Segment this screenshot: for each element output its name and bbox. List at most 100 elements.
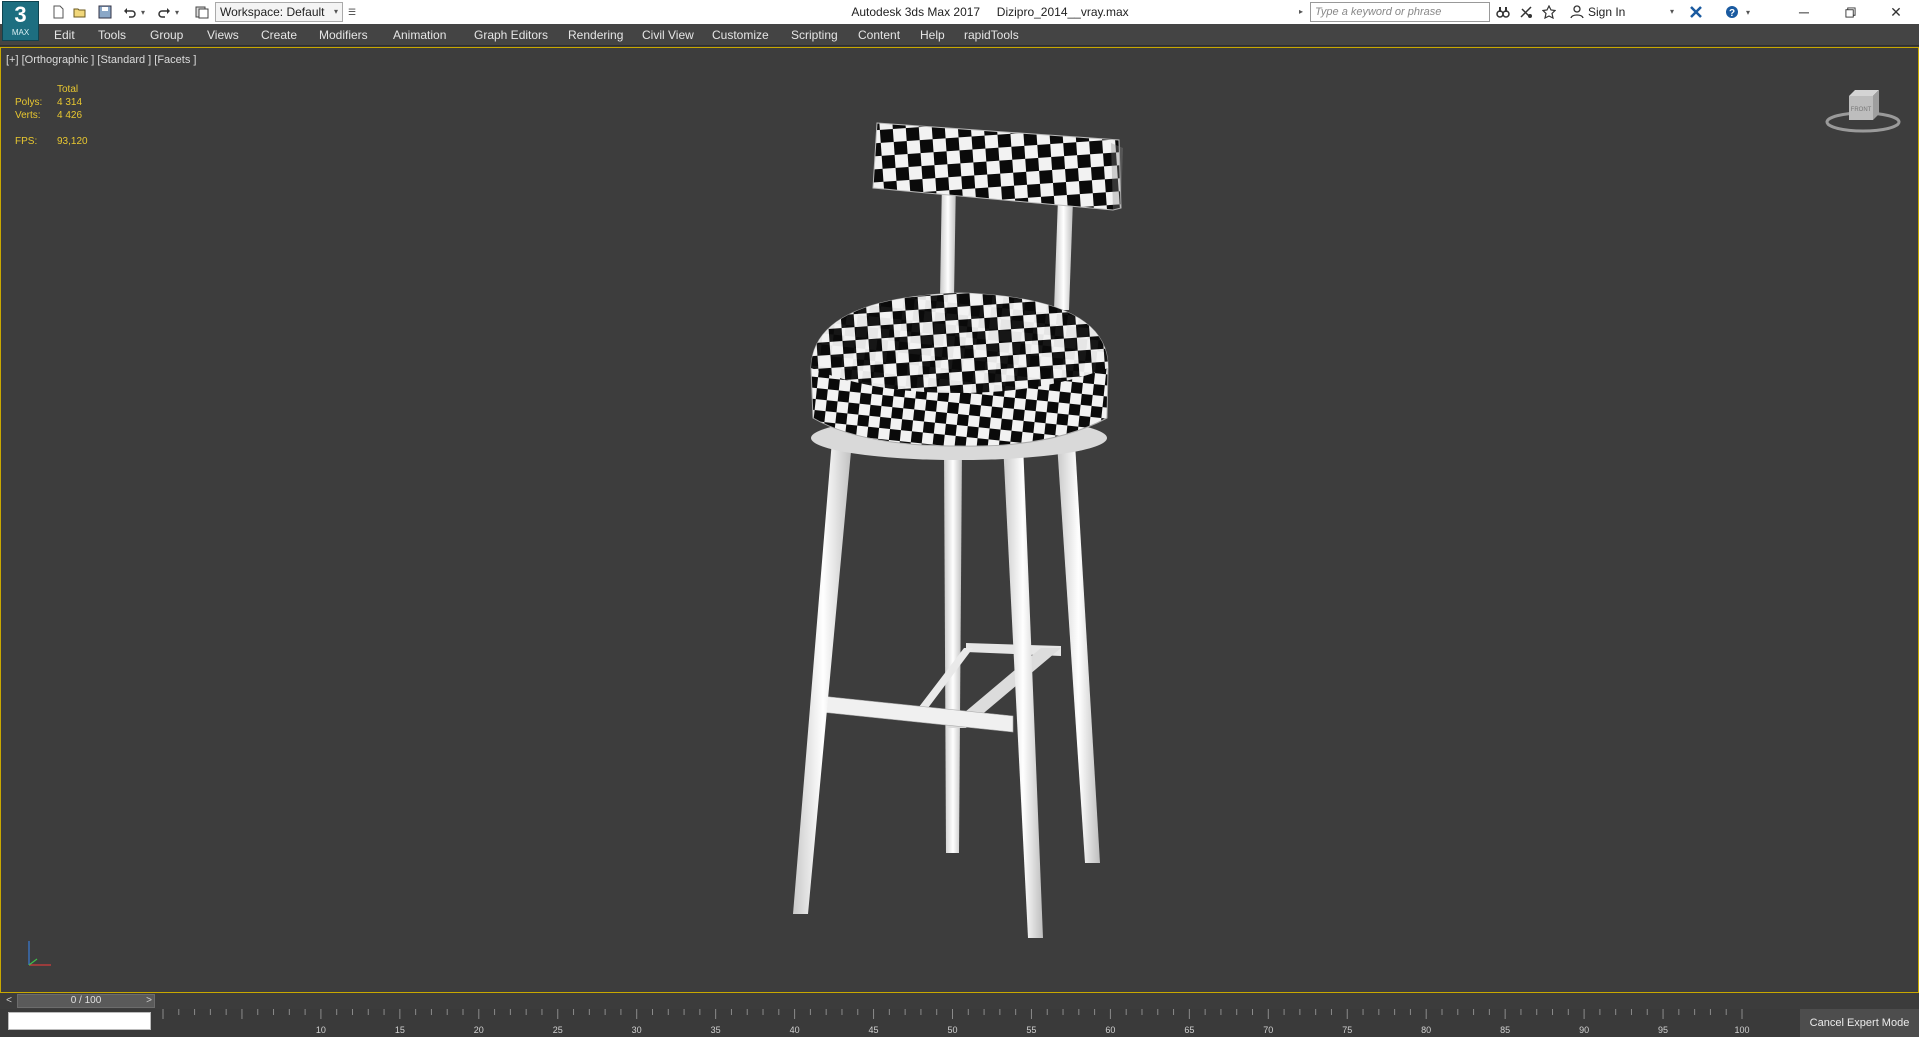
menu-edit[interactable]: Edit bbox=[54, 24, 75, 46]
search-binoculars-button[interactable] bbox=[1494, 3, 1512, 21]
frame-tick-label: 70 bbox=[1263, 1025, 1274, 1035]
menu-group[interactable]: Group bbox=[150, 24, 183, 46]
frame-tick-label: 45 bbox=[868, 1025, 879, 1035]
menu-modifiers[interactable]: Modifiers bbox=[319, 24, 368, 46]
viewport-label-menu[interactable]: [+] [Orthographic ] [Standard ] [Facets … bbox=[6, 54, 196, 66]
user-icon bbox=[1570, 5, 1584, 19]
frame-tick-label: 55 bbox=[1026, 1025, 1037, 1035]
leg-back-right bbox=[1057, 443, 1100, 863]
close-button[interactable]: ✕ bbox=[1873, 0, 1919, 24]
menu-animation[interactable]: Animation bbox=[393, 24, 446, 46]
search-input[interactable]: Type a keyword or phrase bbox=[1310, 2, 1490, 22]
frame-tick-label: 90 bbox=[1579, 1025, 1590, 1035]
customize-toolbar-icon[interactable]: ☰ bbox=[346, 2, 358, 22]
minimize-button[interactable]: ─ bbox=[1781, 0, 1827, 24]
menu-tools[interactable]: Tools bbox=[98, 24, 126, 46]
frame-tick-label: 25 bbox=[552, 1025, 563, 1035]
back-post-right bbox=[1054, 198, 1073, 310]
back-post-left bbox=[940, 178, 956, 298]
svg-text:?: ? bbox=[1729, 8, 1735, 19]
frame-tick-label: 50 bbox=[947, 1025, 958, 1035]
undo-button[interactable] bbox=[121, 3, 139, 21]
menu-help[interactable]: Help bbox=[920, 24, 945, 46]
new-scene-button[interactable] bbox=[49, 3, 67, 21]
viewport-orthographic[interactable]: [+] [Orthographic ] [Standard ] [Facets … bbox=[0, 47, 1919, 993]
open-file-button[interactable] bbox=[71, 3, 89, 21]
time-slider-bar: < 0 / 100 > bbox=[0, 993, 1919, 1009]
sign-in-button[interactable]: Sign In bbox=[1570, 0, 1625, 24]
maxscript-mini-listener[interactable] bbox=[8, 1012, 151, 1030]
frame-tick-label: 20 bbox=[473, 1025, 484, 1035]
workspace-label: Workspace: Default bbox=[220, 5, 325, 19]
autodesk-exchange-button[interactable] bbox=[1687, 3, 1705, 21]
search-expand-icon[interactable]: ▸ bbox=[1299, 3, 1309, 21]
app-logo-number: 3 bbox=[14, 2, 27, 27]
viewcube-icon[interactable]: FRONT bbox=[1823, 78, 1903, 138]
app-logo-sub: MAX bbox=[11, 28, 30, 37]
redo-icon bbox=[158, 8, 170, 18]
close-icon: ✕ bbox=[1890, 3, 1902, 20]
frame-tick-label: 95 bbox=[1658, 1025, 1669, 1035]
menu-rendering[interactable]: Rendering bbox=[568, 24, 623, 46]
time-slider-thumb[interactable]: 0 / 100 bbox=[17, 994, 155, 1008]
help-button[interactable]: ? bbox=[1723, 3, 1741, 21]
backrest-side-shade bbox=[1111, 143, 1123, 210]
undo-dropdown[interactable]: ▾ bbox=[138, 3, 148, 21]
frame-tick-label: 30 bbox=[631, 1025, 642, 1035]
frame-tick-label: 100 bbox=[1734, 1025, 1750, 1035]
stats-verts-label: Verts: bbox=[15, 110, 41, 121]
window-title: Autodesk 3ds Max 2017 Dizipro_2014__vray… bbox=[851, 5, 1129, 19]
save-file-button[interactable] bbox=[96, 3, 114, 21]
track-bar[interactable]: Cancel Expert Mode 10 15 20 25 30 35 40 45 50 55 6… bbox=[0, 1009, 1919, 1037]
satellite-icon bbox=[1520, 6, 1532, 18]
stats-fps-label: FPS: bbox=[15, 136, 38, 147]
viewcube-face-label: FRONT bbox=[1851, 107, 1872, 113]
favorites-button[interactable] bbox=[1540, 3, 1558, 21]
restore-icon bbox=[1844, 6, 1856, 18]
menu-civil-view[interactable]: Civil View bbox=[642, 24, 694, 46]
save-icon bbox=[98, 5, 112, 19]
project-folder-button[interactable] bbox=[193, 3, 211, 21]
stats-header: Total bbox=[57, 84, 79, 95]
stats-fps-value: 93,120 bbox=[57, 136, 88, 147]
application-menu-button[interactable]: 3 MAX bbox=[2, 1, 39, 41]
stats-verts-value: 4 426 bbox=[57, 110, 83, 121]
new-file-icon bbox=[53, 5, 64, 19]
title-bar: 3 MAX ▾ ▾ Workspace: Default ▾ ☰ Autodes… bbox=[0, 0, 1919, 41]
redo-dropdown[interactable]: ▾ bbox=[172, 3, 182, 21]
stool-model[interactable] bbox=[1, 48, 1919, 994]
stats-polys-value: 4 314 bbox=[57, 97, 83, 108]
undo-icon bbox=[124, 8, 136, 18]
frame-tick-label: 75 bbox=[1342, 1025, 1353, 1035]
menu-rapidtools[interactable]: rapidTools bbox=[964, 24, 1019, 46]
menu-scripting[interactable]: Scripting bbox=[791, 24, 838, 46]
help-dropdown[interactable]: ▾ bbox=[1743, 3, 1753, 21]
frame-tick-label: 85 bbox=[1500, 1025, 1511, 1035]
menu-content[interactable]: Content bbox=[858, 24, 900, 46]
menu-graph-editors[interactable]: Graph Editors bbox=[474, 24, 548, 46]
frame-tick-label: 10 bbox=[315, 1025, 326, 1035]
menu-views[interactable]: Views bbox=[207, 24, 239, 46]
frame-tick-label: 40 bbox=[789, 1025, 800, 1035]
help-icon: ? bbox=[1726, 6, 1738, 19]
minimize-icon: ─ bbox=[1799, 4, 1809, 20]
chevron-down-icon[interactable]: ▾ bbox=[1670, 0, 1674, 24]
frame-tick-label: 15 bbox=[394, 1025, 405, 1035]
menu-create[interactable]: Create bbox=[261, 24, 297, 46]
cancel-expert-mode-button[interactable]: Cancel Expert Mode bbox=[1800, 1009, 1919, 1037]
frame-tick-label: 80 bbox=[1421, 1025, 1432, 1035]
star-icon bbox=[1542, 5, 1556, 19]
time-next-button[interactable]: > bbox=[142, 994, 156, 1008]
axis-tripod-icon bbox=[28, 941, 51, 966]
project-folder-icon bbox=[195, 6, 209, 19]
menu-bar: Edit Tools Group Views Create Modifiers … bbox=[0, 24, 1919, 46]
menu-customize[interactable]: Customize bbox=[712, 24, 769, 46]
communication-center-button[interactable] bbox=[1517, 3, 1535, 21]
restore-button[interactable] bbox=[1827, 0, 1873, 24]
app-window: 3 MAX ▾ ▾ Workspace: Default ▾ ☰ Autodes… bbox=[0, 0, 1919, 1037]
sign-in-label: Sign In bbox=[1588, 5, 1626, 19]
redo-button[interactable] bbox=[155, 3, 173, 21]
backrest-cushion bbox=[872, 122, 1122, 211]
workspace-dropdown[interactable]: Workspace: Default ▾ bbox=[215, 2, 343, 22]
time-prev-button[interactable]: < bbox=[2, 994, 16, 1008]
